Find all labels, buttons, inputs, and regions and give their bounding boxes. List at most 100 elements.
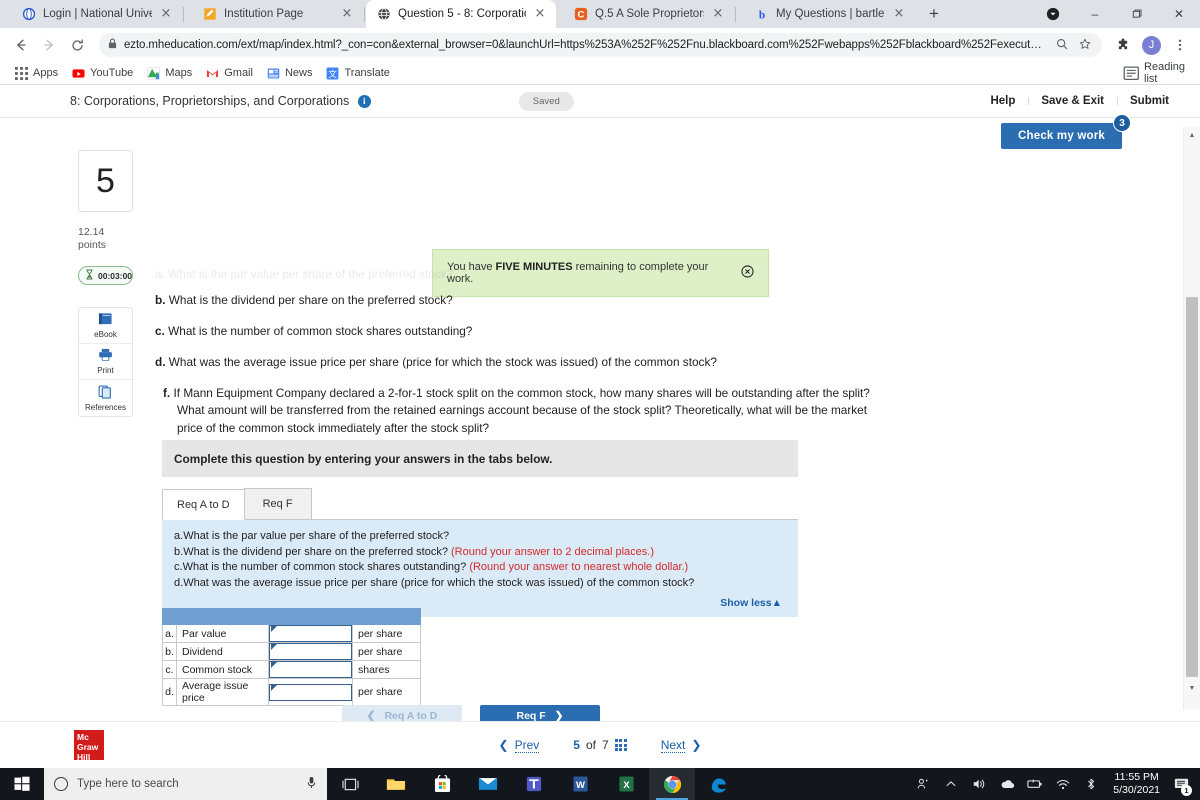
- par-value-input[interactable]: [269, 625, 352, 642]
- profile-pill-icon[interactable]: [1032, 0, 1074, 28]
- question-line-c: c. What is the number of common stock sh…: [155, 323, 875, 340]
- bookmark-translate[interactable]: 文 Translate: [319, 65, 396, 82]
- browser-tab-3[interactable]: C Q.5 A Sole Proprietorship Was S ×: [556, 0, 734, 28]
- question-number: 5: [78, 150, 133, 212]
- tab-req-f[interactable]: Req F: [243, 488, 312, 519]
- back-button[interactable]: [8, 32, 34, 58]
- teams-icon[interactable]: [511, 768, 557, 800]
- browser-tab-1[interactable]: Institution Page ×: [185, 0, 363, 28]
- chrome-icon[interactable]: [649, 768, 695, 800]
- microsoft-store-icon[interactable]: [419, 768, 465, 800]
- bluetooth-icon[interactable]: [1077, 768, 1105, 800]
- row-input-cell[interactable]: [268, 642, 353, 661]
- microphone-icon[interactable]: [306, 776, 317, 792]
- save-and-exit-link[interactable]: Save & Exit: [1028, 95, 1117, 107]
- bookmark-apps[interactable]: Apps: [8, 65, 65, 82]
- requirement-text: What was the average issue price per sha…: [183, 576, 695, 589]
- star-icon[interactable]: [1077, 38, 1093, 53]
- battery-icon[interactable]: [1021, 768, 1049, 800]
- average-issue-price-input[interactable]: [269, 683, 352, 701]
- kebab-menu-icon[interactable]: [1168, 33, 1192, 57]
- check-my-work-button[interactable]: Check my work: [1001, 123, 1122, 149]
- app-header: 8: Corporations, Proprietorships, and Co…: [0, 85, 1200, 118]
- word-icon[interactable]: W: [557, 768, 603, 800]
- people-icon[interactable]: [909, 768, 937, 800]
- file-explorer-icon[interactable]: [373, 768, 419, 800]
- clock[interactable]: 11:55 PM 5/30/2021: [1105, 771, 1168, 797]
- main-content: Check my work 3 5 12.14 points 00:03:00 …: [0, 114, 1200, 727]
- search-input[interactable]: Type here to search: [44, 768, 327, 800]
- system-tray: 11:55 PM 5/30/2021 1: [909, 768, 1200, 800]
- ebook-tool[interactable]: eBook: [79, 308, 132, 345]
- row-input-cell[interactable]: [268, 660, 353, 679]
- question-line-d: d. What was the average issue price per …: [155, 354, 875, 371]
- onedrive-icon[interactable]: [993, 768, 1021, 800]
- row-label: Average issue price: [176, 678, 269, 706]
- tab-separator: [183, 6, 184, 22]
- search-icon[interactable]: [1054, 38, 1070, 53]
- close-window-button[interactable]: ✕: [1158, 0, 1200, 28]
- tab-close-icon[interactable]: ×: [159, 7, 173, 21]
- task-view-icon[interactable]: [327, 768, 373, 800]
- tab-close-icon[interactable]: ×: [340, 7, 354, 21]
- row-input-cell[interactable]: [268, 624, 353, 643]
- tab-req-a-to-d[interactable]: Req A to D: [162, 489, 245, 520]
- help-link[interactable]: Help: [977, 95, 1028, 107]
- lock-icon: [108, 38, 117, 52]
- mail-icon[interactable]: [465, 768, 511, 800]
- common-stock-input[interactable]: [269, 661, 352, 678]
- minimize-button[interactable]: –: [1074, 0, 1116, 28]
- submit-link[interactable]: Submit: [1117, 95, 1182, 107]
- references-tool[interactable]: References: [79, 380, 132, 416]
- requirement-text: What is the par value per share of the p…: [183, 530, 450, 542]
- scroll-down-arrow[interactable]: ▼: [1184, 680, 1200, 696]
- bookmark-maps[interactable]: Maps: [140, 65, 199, 82]
- address-bar[interactable]: ezto.mheducation.com/ext/map/index.html?…: [99, 33, 1102, 57]
- dividend-input[interactable]: [269, 643, 352, 660]
- requirement-label: d.: [174, 576, 184, 589]
- row-input-cell[interactable]: [268, 678, 353, 706]
- question-line-label: c.: [155, 324, 165, 339]
- wifi-icon[interactable]: [1049, 768, 1077, 800]
- tab-close-icon[interactable]: ×: [892, 7, 906, 21]
- content-scrollbar[interactable]: ▲ ▼: [1183, 127, 1200, 710]
- reload-button[interactable]: [64, 32, 90, 58]
- profile-avatar[interactable]: J: [1142, 35, 1161, 55]
- chevron-up-icon[interactable]: [937, 768, 965, 800]
- bookmarks-bar: Apps YouTube Maps Gmail News 文 Translate…: [0, 59, 1200, 87]
- tab-close-icon[interactable]: ×: [533, 7, 547, 21]
- scroll-up-arrow[interactable]: ▲: [1184, 127, 1200, 143]
- volume-icon[interactable]: [965, 768, 993, 800]
- page-title: 8: Corporations, Proprietorships, and Co…: [70, 94, 371, 108]
- print-tool[interactable]: Print: [79, 344, 132, 381]
- row-unit: per share: [352, 678, 421, 706]
- reading-list-button[interactable]: Reading list: [1116, 59, 1192, 87]
- address-bar-url: ezto.mheducation.com/ext/map/index.html?…: [124, 39, 1042, 51]
- notification-icon[interactable]: 1: [1168, 768, 1194, 800]
- next-page-button[interactable]: Next ❯: [644, 738, 719, 753]
- extensions-icon[interactable]: [1111, 33, 1135, 57]
- browser-tab-0[interactable]: Login | National University ×: [4, 0, 182, 28]
- prev-page-button[interactable]: ❮ Prev: [482, 738, 557, 753]
- scrollbar-thumb[interactable]: [1186, 297, 1198, 677]
- bookmark-youtube[interactable]: YouTube: [65, 65, 140, 82]
- forward-button[interactable]: [36, 32, 62, 58]
- bookmark-news[interactable]: News: [260, 65, 320, 82]
- browser-tab-title: Login | National University: [43, 8, 152, 20]
- bookmark-gmail[interactable]: Gmail: [199, 65, 260, 82]
- browser-tab-4[interactable]: b My Questions | bartleby ×: [737, 0, 915, 28]
- new-tab-button[interactable]: +: [921, 1, 947, 27]
- start-button[interactable]: [0, 768, 44, 800]
- excel-icon[interactable]: X: [603, 768, 649, 800]
- row-unit: per share: [352, 624, 421, 643]
- maximize-button[interactable]: [1116, 0, 1158, 28]
- grid-icon[interactable]: [614, 739, 627, 751]
- browser-tab-title: Q.5 A Sole Proprietorship Was S: [595, 8, 704, 20]
- chevron-left-icon: ❮: [498, 738, 509, 752]
- info-icon[interactable]: i: [357, 94, 371, 108]
- question-line-b: b. What is the dividend per share on the…: [155, 292, 875, 309]
- tab-separator: [364, 6, 365, 22]
- edge-icon[interactable]: [695, 768, 741, 800]
- tab-close-icon[interactable]: ×: [711, 7, 725, 21]
- browser-tab-2[interactable]: Question 5 - 8: Corporations, Pr ×: [366, 0, 556, 28]
